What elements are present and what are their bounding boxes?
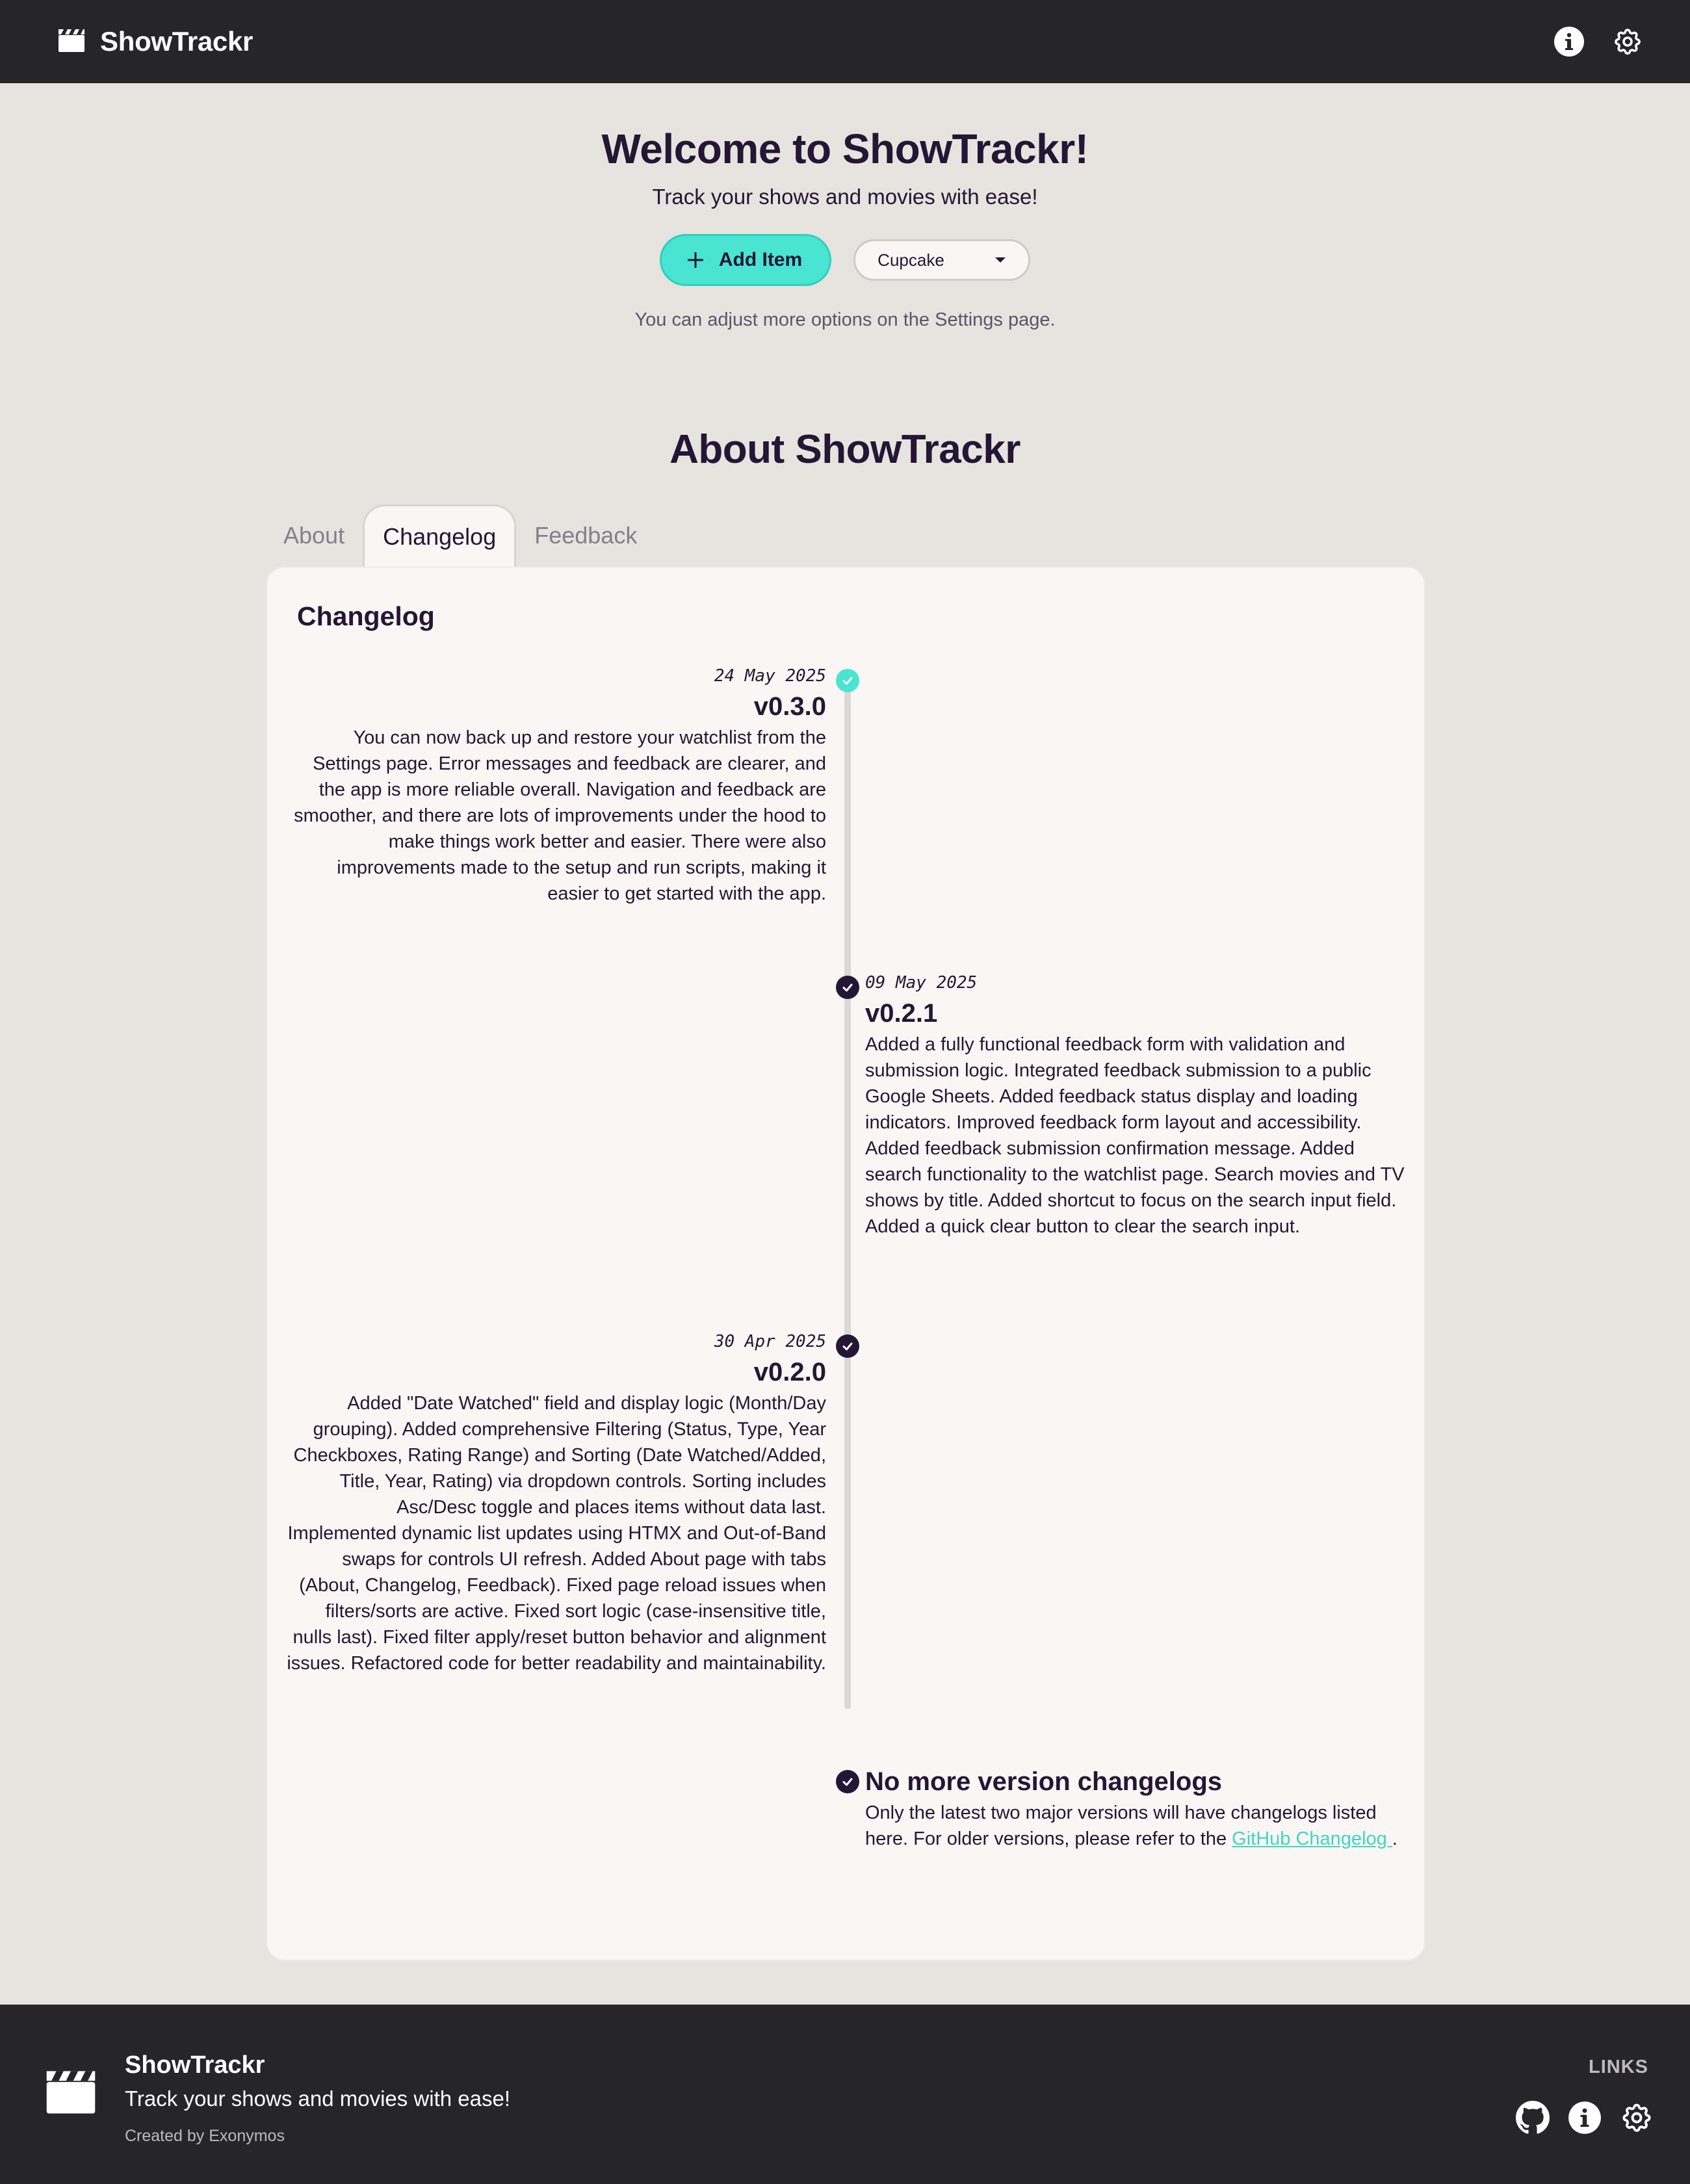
info-icon (1554, 27, 1584, 57)
footer: ShowTrackr Track your shows and movies w… (0, 2005, 1690, 2184)
footer-credit: Created by Exonymos (125, 2127, 285, 2145)
entry-version: v0.2.0 (753, 1358, 826, 1386)
final-entry-period: . (1392, 1828, 1398, 1849)
theme-select[interactable]: Cupcake (853, 239, 1031, 281)
entry-description: Added a fully functional feedback form w… (865, 1034, 1405, 1237)
entry-description: Added "Date Watched" field and display l… (287, 1393, 826, 1674)
changelog-entry: 09 May 2025 v0.2.1 Added a fully functio… (865, 973, 1405, 1240)
footer-tagline: Track your shows and movies with ease! (125, 2086, 511, 2111)
timeline-check-icon (836, 1770, 859, 1793)
final-entry-description: Only the latest two major versions will … (865, 1800, 1405, 1852)
entry-date: 09 May 2025 (865, 973, 978, 993)
settings-hint: You can adjust more options on the Setti… (634, 309, 1056, 330)
tab-changelog[interactable]: Changelog (363, 504, 517, 567)
entry-version: v0.3.0 (753, 692, 826, 721)
timeline-line (844, 684, 851, 1709)
page-title: Welcome to ShowTrackr! (601, 125, 1089, 172)
tab-feedback[interactable]: Feedback (516, 504, 655, 567)
github-changelog-link[interactable]: GitHub Changelog (1232, 1828, 1392, 1849)
changelog-final-entry: No more version changelogs Only the late… (865, 1767, 1405, 1852)
clapperboard-icon (44, 2067, 98, 2120)
timeline-check-icon (836, 976, 859, 999)
add-item-button[interactable]: Add Item (659, 234, 832, 286)
tab-about[interactable]: About (265, 504, 363, 567)
entry-date: 30 Apr 2025 (714, 1332, 826, 1351)
entry-description: You can now back up and restore your wat… (294, 727, 826, 904)
top-navbar: ShowTrackr (0, 0, 1690, 83)
page-subtitle: Track your shows and movies with ease! (652, 185, 1038, 209)
entry-date: 24 May 2025 (714, 666, 826, 686)
settings-button[interactable] (1609, 23, 1646, 60)
github-icon[interactable] (1516, 2101, 1550, 2138)
gear-icon[interactable] (1620, 2101, 1654, 2138)
entry-version: v0.2.1 (865, 999, 938, 1028)
timeline-check-icon (836, 1334, 859, 1358)
changelog-heading: Changelog (297, 601, 435, 631)
changelog-entry: 30 Apr 2025 v0.2.0 Added "Date Watched" … (287, 1332, 826, 1676)
final-entry-title: No more version changelogs (865, 1767, 1223, 1796)
footer-links-heading: LINKS (1589, 2057, 1648, 2077)
timeline-check-icon (836, 669, 859, 692)
theme-select-value: Cupcake (878, 250, 944, 270)
clapperboard-icon (57, 27, 86, 57)
about-title: About ShowTrackr (670, 427, 1020, 472)
info-icon[interactable] (1568, 2101, 1602, 2138)
plus-icon (687, 252, 703, 268)
hero-section: Welcome to ShowTrackr! Track your shows … (0, 83, 1690, 331)
brand-name: ShowTrackr (100, 26, 254, 57)
gear-icon (1615, 29, 1641, 55)
changelog-entry: 24 May 2025 v0.3.0 You can now back up a… (287, 666, 826, 907)
about-tabs: About Changelog Feedback (265, 504, 655, 567)
brand-link[interactable]: ShowTrackr (57, 26, 253, 57)
add-item-label: Add Item (718, 249, 803, 270)
changelog-card: Changelog 24 May 2025 v0.3.0 You can now… (265, 566, 1426, 1962)
footer-brand: ShowTrackr (125, 2051, 265, 2079)
caret-down-icon (995, 257, 1006, 263)
info-button[interactable] (1551, 23, 1587, 60)
